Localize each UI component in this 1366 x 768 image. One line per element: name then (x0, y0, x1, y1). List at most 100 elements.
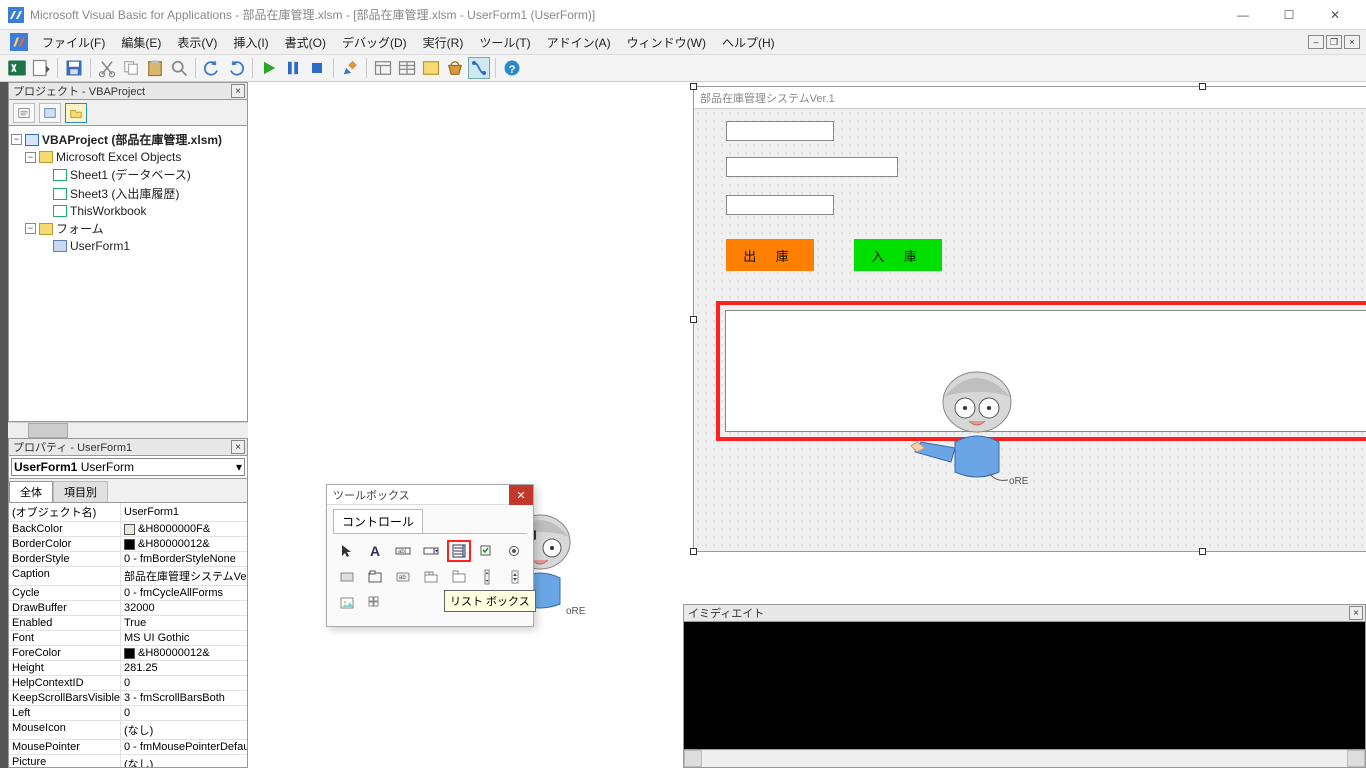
property-value[interactable]: 32000 (121, 601, 247, 615)
tool-refedit[interactable] (363, 592, 387, 614)
tool-multipage[interactable] (447, 566, 471, 588)
help-button[interactable]: ? (501, 57, 523, 79)
resize-handle[interactable] (690, 83, 697, 90)
mdi-minimize[interactable]: – (1308, 35, 1324, 49)
object-browser-button[interactable] (420, 57, 442, 79)
textbox-2[interactable] (726, 157, 898, 177)
menu-edit[interactable]: 編集(E) (113, 31, 169, 54)
resize-handle[interactable] (1199, 83, 1206, 90)
property-value[interactable]: 0 - fmBorderStyleNone (121, 552, 247, 566)
window-maximize-button[interactable]: ☐ (1266, 0, 1312, 30)
tree-sheet3[interactable]: Sheet3 (入出庫履歴) (70, 185, 179, 202)
tree-thisworkbook[interactable]: ThisWorkbook (70, 204, 146, 218)
undo-button[interactable] (201, 57, 223, 79)
redo-button[interactable] (225, 57, 247, 79)
view-object-button[interactable] (39, 103, 61, 123)
property-row[interactable]: Cycle0 - fmCycleAllForms (9, 586, 247, 601)
immediate-close[interactable]: × (1349, 606, 1363, 620)
property-value[interactable]: 部品在庫管理システムVer.1 (121, 567, 247, 585)
property-value[interactable]: (なし) (121, 755, 247, 768)
reset-button[interactable] (306, 57, 328, 79)
property-row[interactable]: BorderStyle0 - fmBorderStyleNone (9, 552, 247, 567)
tree-collapse-icon[interactable]: − (11, 134, 22, 145)
tool-combobox[interactable] (419, 540, 443, 562)
immediate-hscroll[interactable] (683, 750, 1366, 768)
property-value[interactable]: 0 (121, 706, 247, 720)
property-value[interactable]: UserForm1 (121, 503, 247, 521)
userform-body[interactable]: 出 庫 入 庫 (694, 109, 1366, 551)
tree-collapse-icon[interactable]: − (25, 223, 36, 234)
save-button[interactable] (63, 57, 85, 79)
property-row[interactable]: FontMS UI Gothic (9, 631, 247, 646)
copy-button[interactable] (120, 57, 142, 79)
property-row[interactable]: EnabledTrue (9, 616, 247, 631)
property-value[interactable]: 0 - fmMousePointerDefault (121, 740, 247, 754)
property-row[interactable]: DrawBuffer32000 (9, 601, 247, 616)
tool-optionbutton[interactable] (503, 540, 527, 562)
button-nyuko[interactable]: 入 庫 (854, 239, 942, 271)
find-button[interactable] (168, 57, 190, 79)
tool-image[interactable] (335, 592, 359, 614)
tool-commandbutton[interactable]: ab (391, 566, 415, 588)
property-value[interactable]: MS UI Gothic (121, 631, 247, 645)
property-row[interactable]: BorderColor&H80000012& (9, 537, 247, 552)
properties-object-selector[interactable]: UserForm1 UserForm ▾ (8, 456, 248, 479)
resize-handle[interactable] (690, 548, 697, 555)
tree-root[interactable]: VBAProject (部品在庫管理.xlsm) (42, 131, 222, 148)
property-value[interactable]: &H80000012& (121, 537, 247, 551)
tree-excel-objects[interactable]: Microsoft Excel Objects (56, 150, 181, 164)
property-row[interactable]: Caption部品在庫管理システムVer.1 (9, 567, 247, 586)
tool-label[interactable]: A (363, 540, 387, 562)
project-explorer-button[interactable] (372, 57, 394, 79)
toggle-folders-button[interactable] (65, 103, 87, 123)
tool-listbox[interactable] (447, 540, 471, 562)
property-row[interactable]: HelpContextID0 (9, 676, 247, 691)
property-row[interactable]: ForeColor&H80000012& (9, 646, 247, 661)
button-shukko[interactable]: 出 庫 (726, 239, 814, 271)
break-button[interactable] (282, 57, 304, 79)
project-explorer-header[interactable]: プロジェクト - VBAProject × (8, 82, 248, 100)
tree-userform1[interactable]: UserForm1 (70, 239, 130, 253)
window-minimize-button[interactable]: — (1220, 0, 1266, 30)
tab-order-button[interactable] (468, 57, 490, 79)
property-value[interactable]: &H80000012& (121, 646, 247, 660)
toolbox-close-button[interactable]: ✕ (509, 485, 533, 505)
tool-spinbutton[interactable] (503, 566, 527, 588)
property-value[interactable]: 0 - fmCycleAllForms (121, 586, 247, 600)
property-row[interactable]: Left0 (9, 706, 247, 721)
tool-tabstrip[interactable] (419, 566, 443, 588)
prop-tab-alphabetic[interactable]: 全体 (9, 481, 53, 502)
tool-scrollbar[interactable] (475, 566, 499, 588)
insert-dropdown[interactable] (30, 57, 52, 79)
tree-sheet1[interactable]: Sheet1 (データベース) (70, 166, 191, 183)
property-row[interactable]: KeepScrollBarsVisible3 - fmScrollBarsBot… (9, 691, 247, 706)
menu-file[interactable]: ファイル(F) (34, 31, 113, 54)
property-row[interactable]: BackColor&H8000000F& (9, 522, 247, 537)
project-tree[interactable]: −VBAProject (部品在庫管理.xlsm) −Microsoft Exc… (8, 126, 248, 422)
property-row[interactable]: (オブジェクト名)UserForm1 (9, 503, 247, 522)
window-close-button[interactable]: ✕ (1312, 0, 1358, 30)
view-excel-button[interactable] (6, 57, 28, 79)
menu-addins[interactable]: アドイン(A) (539, 31, 619, 54)
mdi-close[interactable]: × (1344, 35, 1360, 49)
property-value[interactable]: 0 (121, 676, 247, 690)
menu-help[interactable]: ヘルプ(H) (714, 31, 783, 54)
textbox-3[interactable] (726, 195, 834, 215)
property-value[interactable]: 281.25 (121, 661, 247, 675)
property-value[interactable]: 3 - fmScrollBarsBoth (121, 691, 247, 705)
prop-tab-categorized[interactable]: 項目別 (53, 481, 108, 502)
property-row[interactable]: Height281.25 (9, 661, 247, 676)
property-value[interactable]: True (121, 616, 247, 630)
tool-checkbox[interactable] (475, 540, 499, 562)
tool-frame[interactable] (363, 566, 387, 588)
property-value[interactable]: &H8000000F& (121, 522, 247, 536)
property-value[interactable]: (なし) (121, 721, 247, 739)
properties-grid[interactable]: (オブジェクト名)UserForm1BackColor&H8000000F&Bo… (8, 502, 248, 768)
toolbox-tab-controls[interactable]: コントロール (333, 509, 423, 533)
menu-window[interactable]: ウィンドウ(W) (619, 31, 714, 54)
menu-insert[interactable]: 挿入(I) (225, 31, 276, 54)
paste-button[interactable] (144, 57, 166, 79)
tree-forms[interactable]: フォーム (56, 220, 104, 237)
tree-collapse-icon[interactable]: − (25, 152, 36, 163)
properties-header[interactable]: プロパティ - UserForm1 × (8, 438, 248, 456)
